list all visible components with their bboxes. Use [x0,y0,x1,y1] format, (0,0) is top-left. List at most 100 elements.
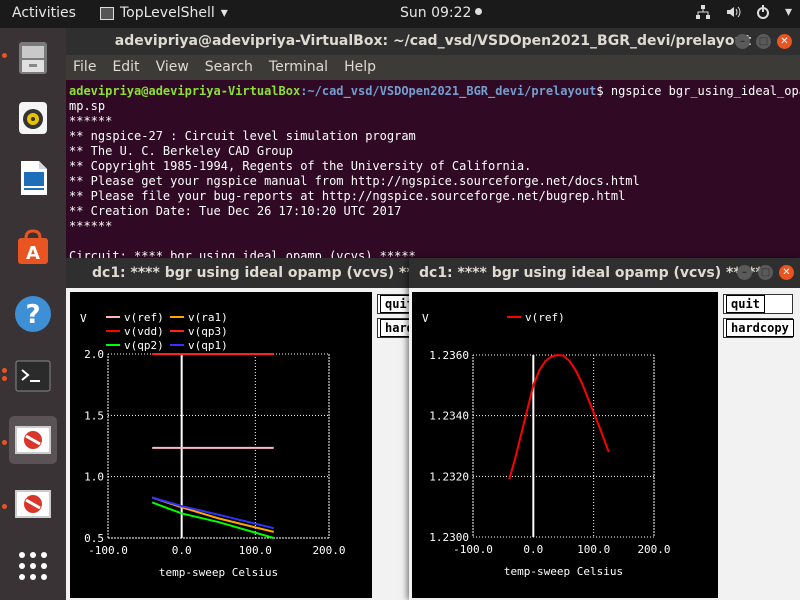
terminal-title: adevipriya@adevipriya-VirtualBox: ~/cad_… [114,33,752,49]
maximize-button[interactable]: □ [758,265,773,280]
terminal-icon [15,360,51,392]
menu-file[interactable]: File [73,55,96,80]
legend-label: v(qp3) [188,325,228,338]
menu-terminal[interactable]: Terminal [269,55,328,80]
output-line: ** Copyright 1985-1994, Regents of the U… [69,159,532,173]
plot-1-svg: -100.0 0.0 100.0 200.0 0.5 1.0 1.5 2.0 Vtemp-swe… [80,311,346,579]
system-tray[interactable]: ▾ [695,4,792,20]
prompt-user: adevipriya@adevipriya-VirtualBox [69,84,301,98]
y-tick-label: 1.2360 [429,349,469,362]
running-indicator [2,440,7,445]
x-tick-label: 200.0 [637,543,670,556]
x-axis-label: temp-sweep Celsius [159,566,278,579]
x-tick-label: 0.0 [523,543,543,556]
running-indicator [2,376,7,381]
power-icon [756,5,769,19]
x-tick-label: -100.0 [88,544,128,557]
writer-launcher[interactable] [9,154,57,202]
legend-label: v(qp1) [188,339,228,352]
output-line: ** Please get your ngspice manual from h… [69,174,640,188]
output-line: ** ngspice-27 : Circuit level simulation… [69,129,416,143]
hardcopy-button[interactable]: hardcopy [723,318,794,338]
terminal-menubar: File Edit View Search Terminal Help [66,55,800,80]
y-tick-label: 1.2300 [429,531,469,544]
app-menu[interactable]: TopLevelShell ▾ [100,5,228,21]
maximize-button[interactable]: □ [756,34,771,49]
chevron-down-icon: ▾ [220,5,228,21]
y-axis-label: V [422,312,429,325]
running-indicator [2,53,7,58]
rhythmbox-launcher[interactable] [9,94,57,142]
menu-view[interactable]: View [156,55,189,80]
files-launcher[interactable] [9,34,57,82]
running-indicator [2,368,7,373]
quit-button-label: quit [726,295,765,313]
command-text: $ ngspice bgr_using_ideal_opa [596,84,800,98]
prompt-path: :~/cad_vsd/VSDOpen2021_BGR_devi/prelayou… [300,84,597,98]
y-tick-label: 1.0 [84,471,104,484]
plot-2-canvas[interactable]: -100.0 0.0 100.0 200.0 1.2300 1.2320 1.2340 1.2… [412,292,718,598]
plot-2-svg: -100.0 0.0 100.0 200.0 1.2300 1.2320 1.2340 1.2… [422,311,671,578]
dock: A ? [0,28,66,600]
series-line-vqp1 [151,496,274,530]
software-launcher[interactable]: A [9,224,57,272]
svg-text:?: ? [25,300,40,330]
terminal-titlebar[interactable]: adevipriya@adevipriya-VirtualBox: ~/cad_… [66,28,800,55]
menu-search[interactable]: Search [205,55,253,80]
output-line: ****** [69,114,113,128]
x-tick-label: 0.0 [172,544,192,557]
running-indicator [2,504,7,509]
x-tick-label: 100.0 [577,543,610,556]
help-icon: ? [15,296,51,332]
quit-button[interactable]: quit [723,294,793,314]
show-apps-button[interactable] [9,542,57,590]
plot-2-buttons: quit hardcopy [723,294,794,338]
hardcopy-button-label: hardcopy [726,319,794,337]
legend-label: v(ref) [124,311,164,324]
plot-window-1-title: dc1: **** bgr using ideal opamp (vcvs) *… [92,265,436,281]
network-icon [695,5,710,19]
x-tick-label: 200.0 [312,544,345,557]
plot-frame [472,354,655,538]
activities-button[interactable]: Activities [12,5,76,21]
clock[interactable]: Sun 09:22 [400,5,483,21]
minimize-button[interactable]: – [737,265,752,280]
terminal-launcher[interactable] [9,352,57,400]
menu-help[interactable]: Help [344,55,376,80]
shopping-bag-icon: A [18,229,48,264]
y-tick-label: 1.5 [84,409,104,422]
output-line: ****** [69,219,113,233]
blocked-icon [15,426,51,454]
y-axis-label: V [80,312,87,325]
minimize-button[interactable]: – [735,34,750,49]
close-button[interactable]: ✕ [777,34,792,49]
grid-icon [19,552,47,580]
window-b-launcher[interactable] [9,480,57,528]
legend-label: v(qp2) [124,339,164,352]
y-tick-label: 2.0 [84,348,104,361]
plot-window-2-titlebar[interactable]: dc1: **** bgr using ideal opamp (vcvs) *… [409,258,800,288]
blocked-icon [15,490,51,518]
plot-window-2-title: dc1: **** bgr using ideal opamp (vcvs) *… [419,265,763,281]
notification-dot-icon [475,8,483,15]
plot-window-1-titlebar[interactable]: dc1: **** bgr using ideal opamp (vcvs) *… [66,258,452,288]
speaker-icon [19,102,47,134]
terminal-output[interactable]: adevipriya@adevipriya-VirtualBox:~/cad_v… [66,80,800,268]
legend-label: v(ra1) [188,311,228,324]
file-cabinet-icon [19,42,47,74]
window-a-launcher[interactable] [9,416,57,464]
clock-label: Sun 09:22 [400,5,472,21]
menu-edit[interactable]: Edit [112,55,139,80]
close-button[interactable]: ✕ [779,265,794,280]
legend-label: v(vdd) [124,325,164,338]
svg-text:A: A [26,243,40,264]
legend-label: v(ref) [525,311,565,324]
chevron-down-icon: ▾ [784,4,792,20]
y-tick-label: 1.2340 [429,410,469,423]
x-axis-label: temp-sweep Celsius [504,565,623,578]
plot-frame [107,353,330,539]
command-wrap: mp.sp [69,99,106,113]
help-launcher[interactable]: ? [9,290,57,338]
x-tick-label: 100.0 [239,544,272,557]
plot-1-canvas[interactable]: -100.0 0.0 100.0 200.0 0.5 1.0 1.5 2.0 Vtemp-swe… [70,292,372,598]
